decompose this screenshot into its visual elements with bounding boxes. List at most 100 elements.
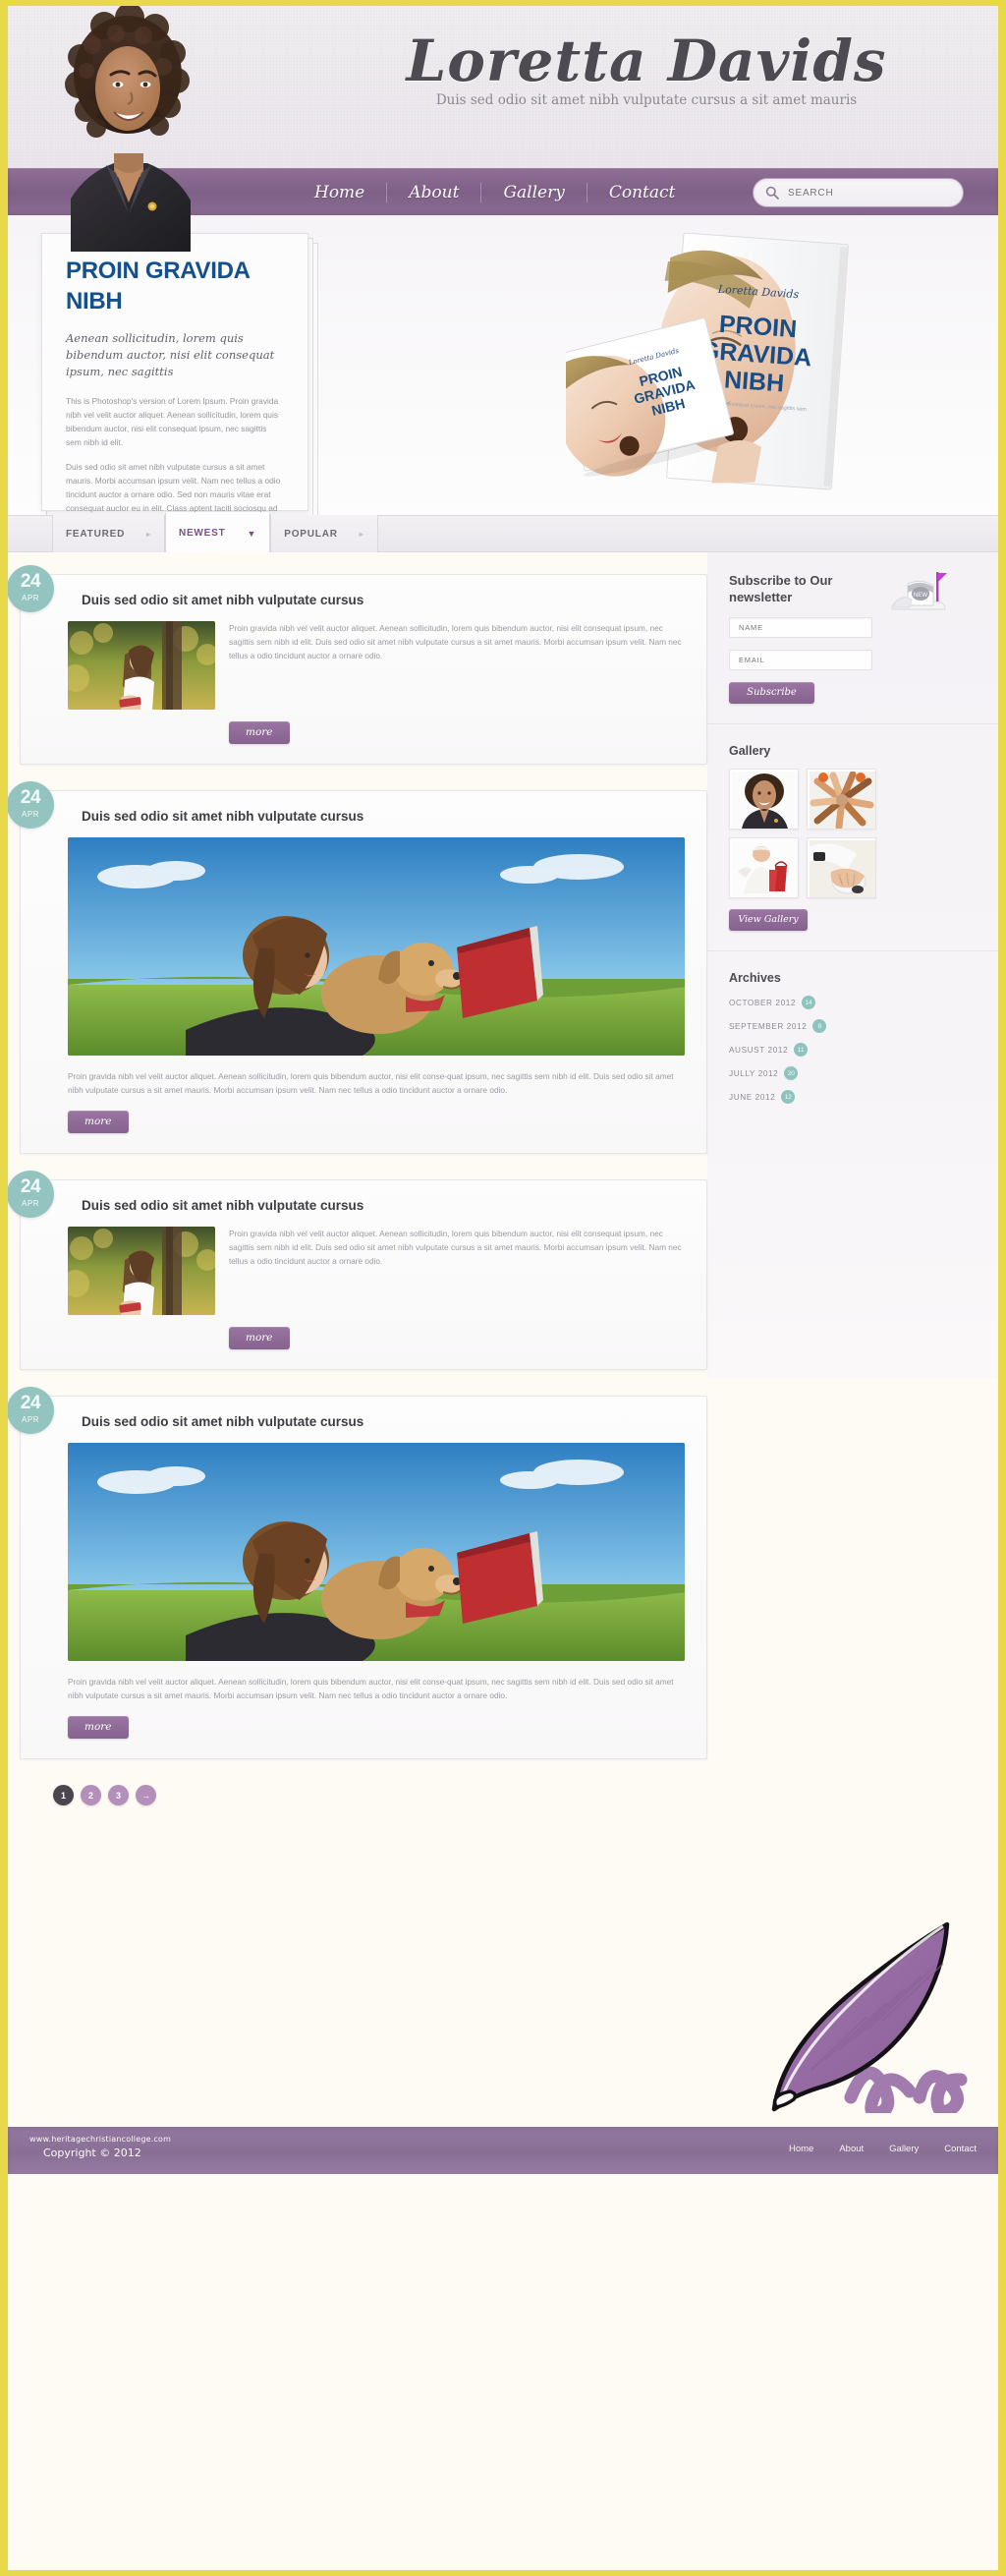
subscribe-button[interactable]: Subscribe bbox=[729, 682, 814, 704]
post-date-badge: 24 APR bbox=[8, 1171, 54, 1218]
archive-row[interactable]: AUSUST 2012 11 bbox=[729, 1043, 971, 1057]
nav-item-about[interactable]: About bbox=[387, 183, 482, 202]
post-title[interactable]: Duis sed odio sit amet nibh vulputate cu… bbox=[82, 1198, 685, 1213]
post-more-button[interactable]: more bbox=[229, 721, 290, 744]
tab-newest-label: NEWEST bbox=[178, 528, 226, 539]
post-image-woman-dog-book-field[interactable] bbox=[68, 1443, 685, 1661]
hero-card-stack: PROIN GRAVIDA NIBH Aenean sollicitudin, … bbox=[41, 233, 318, 515]
hero-subheading: Aenean sollicitudin, lorem quis bibendum… bbox=[66, 331, 275, 378]
footer-navigation: Home About Gallery Contact bbox=[789, 2144, 977, 2154]
post-thumbnail-girl-reading-autumn[interactable] bbox=[68, 621, 215, 710]
archive-label: SEPTEMBER 2012 bbox=[729, 1021, 808, 1031]
page-title: Loretta Davids bbox=[406, 28, 887, 94]
post-item: 24 APR Duis sed odio sit amet nibh vulpu… bbox=[8, 565, 707, 765]
tab-popular-label: POPULAR bbox=[284, 529, 338, 540]
post-text: Proin gravida nibh vel velit auctor aliq… bbox=[229, 623, 682, 660]
post-date-badge: 24 APR bbox=[8, 565, 54, 612]
page-button-1[interactable]: 1 bbox=[53, 1785, 74, 1805]
search-box[interactable] bbox=[753, 178, 964, 207]
hero-card: PROIN GRAVIDA NIBH Aenean sollicitudin, … bbox=[41, 233, 308, 513]
nav-items: Home About Gallery Contact bbox=[293, 169, 697, 216]
archive-label: AUSUST 2012 bbox=[729, 1045, 789, 1055]
svg-text:NIBH: NIBH bbox=[723, 366, 785, 397]
mailbox-icon: NEW bbox=[886, 570, 951, 617]
archive-row[interactable]: JUNE 2012 12 bbox=[729, 1090, 971, 1104]
post-thumbnail-girl-reading-autumn[interactable] bbox=[68, 1227, 215, 1315]
archive-label: JUNE 2012 bbox=[729, 1092, 776, 1102]
hero-heading: PROIN GRAVIDA NIBH bbox=[66, 258, 250, 315]
subscribe-email-input[interactable] bbox=[729, 650, 872, 670]
post-list: 24 APR Duis sed odio sit amet nibh vulpu… bbox=[8, 565, 707, 1805]
gallery-thumb-woman-shopping-bags[interactable] bbox=[729, 837, 799, 898]
quill-pen-icon bbox=[743, 1887, 998, 2120]
view-gallery-button[interactable]: View Gallery bbox=[729, 909, 808, 931]
chevron-right-icon: ▸ bbox=[146, 530, 151, 539]
post-item: 24 APR Duis sed odio sit amet nibh vulpu… bbox=[8, 1387, 707, 1759]
subscribe-name-input[interactable] bbox=[729, 617, 872, 638]
archive-count-badge: 11 bbox=[794, 1043, 809, 1057]
svg-text:NEW: NEW bbox=[914, 593, 927, 599]
footer-nav-home[interactable]: Home bbox=[789, 2144, 813, 2154]
tab-featured-label: FEATURED bbox=[66, 529, 126, 540]
hero-paragraph-2: Duis sed odio sit amet nibh vulputate cu… bbox=[66, 462, 281, 513]
archive-row[interactable]: OCTOBER 2012 14 bbox=[729, 996, 971, 1009]
page-frame: Loretta Davids Duis sed odio sit amet ni… bbox=[8, 6, 998, 2570]
post-title[interactable]: Duis sed odio sit amet nibh vulputate cu… bbox=[82, 1414, 685, 1429]
post-more-button[interactable]: more bbox=[229, 1327, 290, 1349]
chevron-right-icon: ▸ bbox=[359, 530, 364, 539]
main-content: Subscribe to Our newsletter NEW NAME EMA… bbox=[8, 552, 998, 2174]
archive-row[interactable]: SEPTEMBER 2012 8 bbox=[729, 1019, 971, 1033]
post-title[interactable]: Duis sed odio sit amet nibh vulputate cu… bbox=[82, 809, 685, 824]
nav-item-contact[interactable]: Contact bbox=[587, 183, 698, 202]
next-page-arrow-icon[interactable]: → bbox=[136, 1785, 156, 1805]
subscribe-title: Subscribe to Our newsletter bbox=[729, 573, 833, 604]
post-title[interactable]: Duis sed odio sit amet nibh vulputate cu… bbox=[82, 593, 685, 607]
post-date-day: 24 bbox=[20, 571, 41, 592]
post-date-badge: 24 APR bbox=[8, 781, 54, 829]
hero-book-images: Loretta Davids PROIN GRAVIDA NIBH nisi e… bbox=[546, 225, 978, 510]
tabs: FEATURED ▸ NEWEST ▼ POPULAR ▸ bbox=[52, 512, 378, 553]
archive-count-badge: 8 bbox=[812, 1019, 827, 1033]
post-date-month: APR bbox=[22, 1199, 39, 1208]
post-item: 24 APR Duis sed odio sit amet nibh vulpu… bbox=[8, 1171, 707, 1370]
gallery-title: Gallery bbox=[729, 744, 771, 758]
post-date-day: 24 bbox=[20, 787, 41, 808]
post-text: Proin gravida nibh vel velit auctor aliq… bbox=[68, 1071, 674, 1095]
archive-count-badge: 20 bbox=[784, 1066, 799, 1080]
post-item: 24 APR Duis sed odio sit amet nibh vulpu… bbox=[8, 781, 707, 1154]
gallery-thumb-portrait-woman-smiling[interactable] bbox=[729, 769, 799, 830]
post-date-month: APR bbox=[22, 594, 39, 602]
footer-nav-gallery[interactable]: Gallery bbox=[889, 2144, 919, 2154]
content-tabbar: FEATURED ▸ NEWEST ▼ POPULAR ▸ bbox=[8, 512, 998, 553]
tab-newest[interactable]: NEWEST ▼ bbox=[164, 512, 271, 553]
post-date-day: 24 bbox=[20, 1393, 41, 1413]
search-input[interactable] bbox=[788, 187, 945, 199]
archive-label: JULLY 2012 bbox=[729, 1068, 779, 1078]
widget-archives: Archives OCTOBER 2012 14 SEPTEMBER 2012 … bbox=[707, 950, 998, 1104]
post-body: Proin gravida nibh vel velit auctor aliq… bbox=[68, 1227, 685, 1315]
pagination: 1 2 3 → bbox=[53, 1785, 707, 1805]
gallery-thumb-hands-together-circle[interactable] bbox=[807, 769, 876, 830]
post-more-button[interactable]: more bbox=[68, 1716, 129, 1739]
post-body: Proin gravida nibh vel velit auctor aliq… bbox=[68, 621, 685, 710]
hero-paragraph-1: This is Photoshop's version of Lorem Ips… bbox=[66, 396, 279, 447]
post-image-woman-dog-book-field[interactable] bbox=[68, 837, 685, 1056]
page-button-2[interactable]: 2 bbox=[81, 1785, 101, 1805]
tab-featured[interactable]: FEATURED ▸ bbox=[52, 515, 165, 553]
tab-popular[interactable]: POPULAR ▸ bbox=[270, 515, 378, 553]
archive-row[interactable]: JULLY 2012 20 bbox=[729, 1066, 971, 1080]
post-more-button[interactable]: more bbox=[68, 1111, 129, 1133]
author-portrait-photo bbox=[57, 6, 199, 252]
footer-nav-about[interactable]: About bbox=[839, 2144, 864, 2154]
nav-item-gallery[interactable]: Gallery bbox=[481, 183, 587, 202]
post-date-month: APR bbox=[22, 1415, 39, 1424]
archive-label: OCTOBER 2012 bbox=[729, 998, 797, 1007]
footer-nav-contact[interactable]: Contact bbox=[944, 2144, 977, 2154]
site-tagline: Duis sed odio sit amet nibh vulputate cu… bbox=[435, 92, 858, 108]
chevron-down-icon: ▼ bbox=[247, 528, 257, 539]
gallery-thumb-hand-on-mouse[interactable] bbox=[807, 837, 876, 898]
page-button-3[interactable]: 3 bbox=[108, 1785, 129, 1805]
archive-count-badge: 12 bbox=[781, 1090, 796, 1104]
sidebar: Subscribe to Our newsletter NEW NAME EMA… bbox=[707, 552, 998, 1378]
nav-item-home[interactable]: Home bbox=[293, 183, 388, 202]
